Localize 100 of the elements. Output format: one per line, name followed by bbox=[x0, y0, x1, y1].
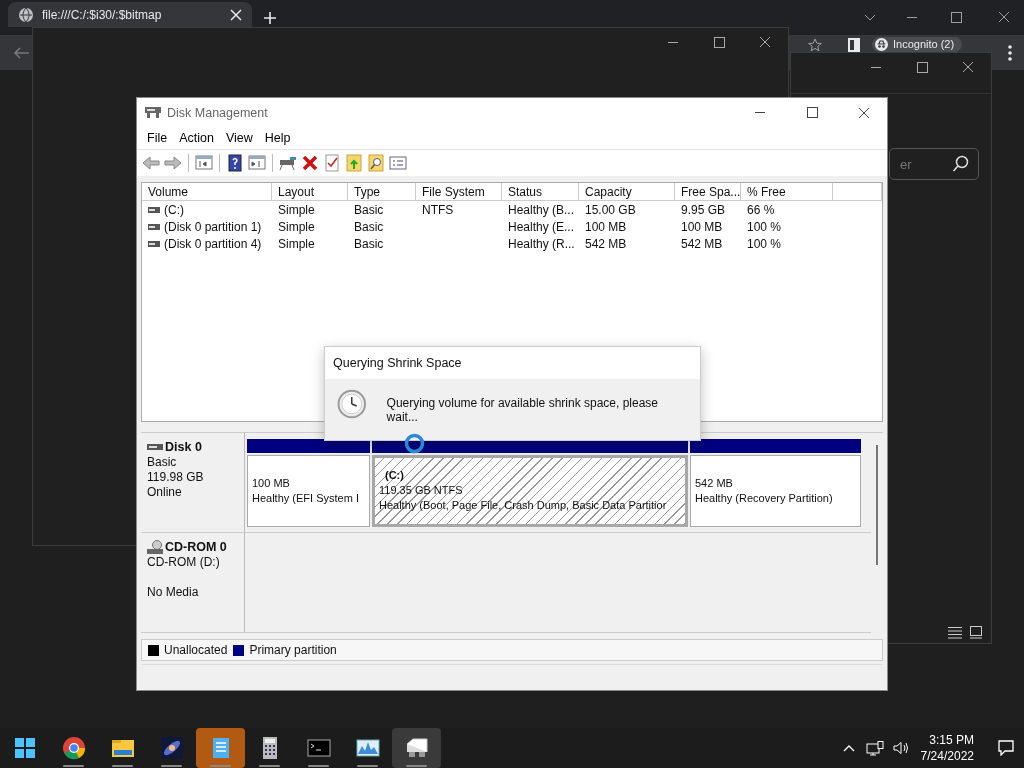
table-cell-text: Simple bbox=[277, 218, 316, 235]
star-icon[interactable] bbox=[808, 38, 822, 52]
cd-drive-icon bbox=[147, 539, 163, 554]
menu-item[interactable]: Help bbox=[258, 127, 297, 148]
help-icon[interactable] bbox=[226, 153, 244, 172]
column-header[interactable]: Layout bbox=[272, 182, 348, 201]
maximize-icon[interactable] bbox=[713, 36, 725, 48]
column-header[interactable]: Status bbox=[502, 182, 579, 201]
disk-label-panel[interactable]: Disk 0 Basic 119.98 GB Online bbox=[141, 432, 245, 532]
maximize-icon[interactable] bbox=[806, 107, 818, 118]
menu-item[interactable]: Action bbox=[173, 127, 220, 148]
windows-logo-icon[interactable] bbox=[12, 736, 37, 760]
window-icon[interactable] bbox=[969, 625, 983, 639]
partition-block[interactable]: 100 MB Healthy (EFI System I bbox=[247, 454, 370, 527]
column-header bbox=[833, 182, 882, 201]
menu-item[interactable]: View bbox=[219, 127, 259, 148]
window-title: Disk Management bbox=[167, 105, 269, 120]
list-icon[interactable] bbox=[947, 625, 963, 639]
legend-label: Primary partition bbox=[249, 643, 337, 658]
folder-up-icon[interactable] bbox=[345, 153, 363, 172]
back-arrow-icon[interactable] bbox=[13, 47, 29, 59]
table-cell-text: 100 MB bbox=[680, 218, 724, 235]
close-icon[interactable] bbox=[760, 37, 770, 47]
chart-icon[interactable] bbox=[355, 736, 380, 760]
column-header[interactable]: Capacity bbox=[579, 182, 675, 201]
clock-icon bbox=[337, 389, 367, 419]
disk-name: Disk 0 bbox=[165, 439, 202, 454]
table-cell-text: Basic bbox=[353, 235, 385, 252]
table-cell-text: 15.00 GB bbox=[584, 201, 637, 218]
table-cell-text: Simple bbox=[277, 201, 316, 218]
partition-status: Healthy (Recovery Partition) bbox=[695, 490, 834, 506]
back-arrow-icon[interactable] bbox=[142, 153, 160, 172]
sidebar-icon[interactable] bbox=[848, 38, 860, 52]
forward-arrow-icon[interactable] bbox=[164, 153, 182, 172]
galaxy-icon[interactable] bbox=[159, 736, 184, 760]
chevron-up-icon[interactable] bbox=[842, 744, 855, 752]
column-header[interactable]: Type bbox=[348, 182, 416, 201]
partition-status: Healthy (EFI System I bbox=[252, 490, 360, 506]
tab-title: file:///C:/:$i30/:$bitmap bbox=[42, 7, 163, 22]
browser-tab[interactable]: file:///C:/:$i30/:$bitmap bbox=[8, 2, 252, 27]
delete-icon[interactable] bbox=[301, 153, 319, 172]
partition-status: Healthy (Boot, Page File, Crash Dump, Basic Data Partitior bbox=[379, 498, 668, 514]
folder-search-icon[interactable] bbox=[367, 153, 385, 172]
disk-detail: 119.98 GB bbox=[147, 469, 205, 485]
disk-detail: Basic bbox=[147, 454, 178, 470]
close-icon[interactable] bbox=[999, 12, 1009, 22]
maximize-icon[interactable] bbox=[916, 61, 928, 73]
table-cell-text: Basic bbox=[353, 201, 385, 218]
minimize-icon[interactable] bbox=[907, 16, 917, 18]
close-icon[interactable] bbox=[859, 107, 869, 118]
legend-label: Unallocated bbox=[164, 643, 228, 658]
speaker-icon[interactable] bbox=[892, 742, 909, 754]
maximize-icon[interactable] bbox=[950, 11, 962, 23]
taskbar-button[interactable] bbox=[392, 728, 441, 768]
partition-block[interactable]: 542 MB Healthy (Recovery Partition) bbox=[690, 454, 861, 527]
chat-bubble-icon[interactable] bbox=[998, 740, 1014, 756]
column-header[interactable]: Free Spa... bbox=[675, 182, 741, 201]
table-cell-text: 66 % bbox=[746, 201, 776, 218]
disk-label-panel[interactable]: CD-ROM 0 CD-ROM (D:) No Media bbox=[141, 532, 245, 632]
column-header[interactable]: Volume bbox=[142, 182, 272, 201]
table-cell: (Disk 0 partition 4) bbox=[164, 236, 262, 251]
globe-icon bbox=[18, 6, 34, 23]
table-cell-text: Simple bbox=[277, 235, 316, 252]
disk-detail: Online bbox=[147, 484, 183, 500]
close-icon[interactable] bbox=[963, 62, 973, 72]
column-header[interactable]: File System bbox=[416, 182, 502, 201]
terminal-icon[interactable] bbox=[306, 736, 331, 760]
partition-block[interactable]: (C:) 119.35 GB NTFS Healthy (Boot, Page File, Crash Dump, Basic Data Partitior bbox=[372, 454, 688, 527]
checklist-icon[interactable] bbox=[323, 153, 341, 172]
clock-time[interactable]: 3:15 PM bbox=[929, 732, 974, 748]
table-cell-text: Healthy (R... bbox=[507, 235, 576, 252]
search-field[interactable]: er bbox=[889, 148, 979, 180]
table-cell-text: 542 MB bbox=[584, 235, 628, 252]
table-cell-text: 9.95 GB bbox=[680, 201, 727, 218]
minimize-icon[interactable] bbox=[668, 41, 678, 43]
plus-icon[interactable] bbox=[263, 11, 277, 25]
menu-item[interactable]: File bbox=[141, 127, 174, 148]
profile-button[interactable]: Incognito (2) bbox=[872, 37, 963, 52]
drive-icon[interactable] bbox=[404, 736, 429, 760]
busy-cursor-icon bbox=[404, 433, 425, 454]
panel-icon[interactable] bbox=[195, 153, 213, 172]
panel-icon[interactable] bbox=[248, 153, 266, 172]
network-icon[interactable] bbox=[865, 740, 884, 756]
scrollbar[interactable] bbox=[876, 444, 878, 565]
browser-icon[interactable] bbox=[61, 736, 86, 760]
chevron-down-icon[interactable] bbox=[864, 13, 876, 21]
table-cell-text: 100 % bbox=[746, 235, 783, 252]
table-cell: (C:) bbox=[164, 202, 184, 217]
volume-icon bbox=[148, 223, 160, 230]
clock-date[interactable]: 7/24/2022 bbox=[920, 748, 974, 764]
table-cell-text: Basic bbox=[353, 218, 385, 235]
kebab-menu-icon[interactable] bbox=[1008, 45, 1012, 61]
dialog-message: Querying volume for available shrink space, please wait... bbox=[386, 395, 660, 424]
minimize-icon[interactable] bbox=[871, 66, 881, 68]
table-cell-text: NTFS bbox=[421, 201, 455, 218]
column-header[interactable]: % Free bbox=[741, 182, 833, 201]
disk-name: CD-ROM 0 bbox=[165, 539, 227, 554]
table-cell-text: 100 % bbox=[746, 218, 783, 235]
partition-size: 119.35 GB NTFS bbox=[379, 483, 464, 499]
table-cell-text: 100 MB bbox=[584, 218, 628, 235]
